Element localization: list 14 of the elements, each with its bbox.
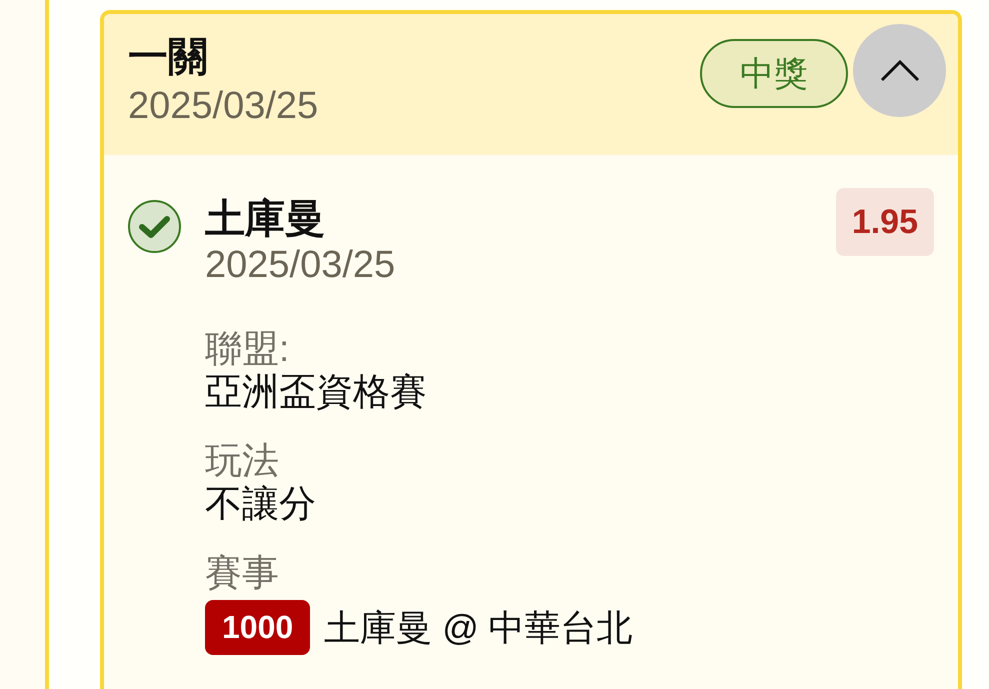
bet-date: 2025/03/25 — [128, 84, 318, 128]
bet-title: 一關 — [128, 34, 208, 81]
field-label: 聯盟: — [205, 327, 290, 370]
field-value: 不讓分 — [205, 482, 316, 525]
stake-badge: 1000 — [205, 600, 310, 655]
field-label: 賽事 — [205, 551, 279, 594]
team-name: 土庫曼 — [205, 196, 325, 243]
match-name: 土庫曼 @ 中華台北 — [324, 606, 633, 649]
field-value: 亞洲盃資格賽 — [205, 370, 427, 413]
odds-badge: 1.95 — [836, 188, 934, 256]
field-label: 玩法 — [205, 439, 279, 482]
chevron-up-icon — [880, 60, 920, 82]
selection-date: 2025/03/25 — [205, 243, 396, 287]
status-badge: 中獎 — [700, 39, 848, 108]
